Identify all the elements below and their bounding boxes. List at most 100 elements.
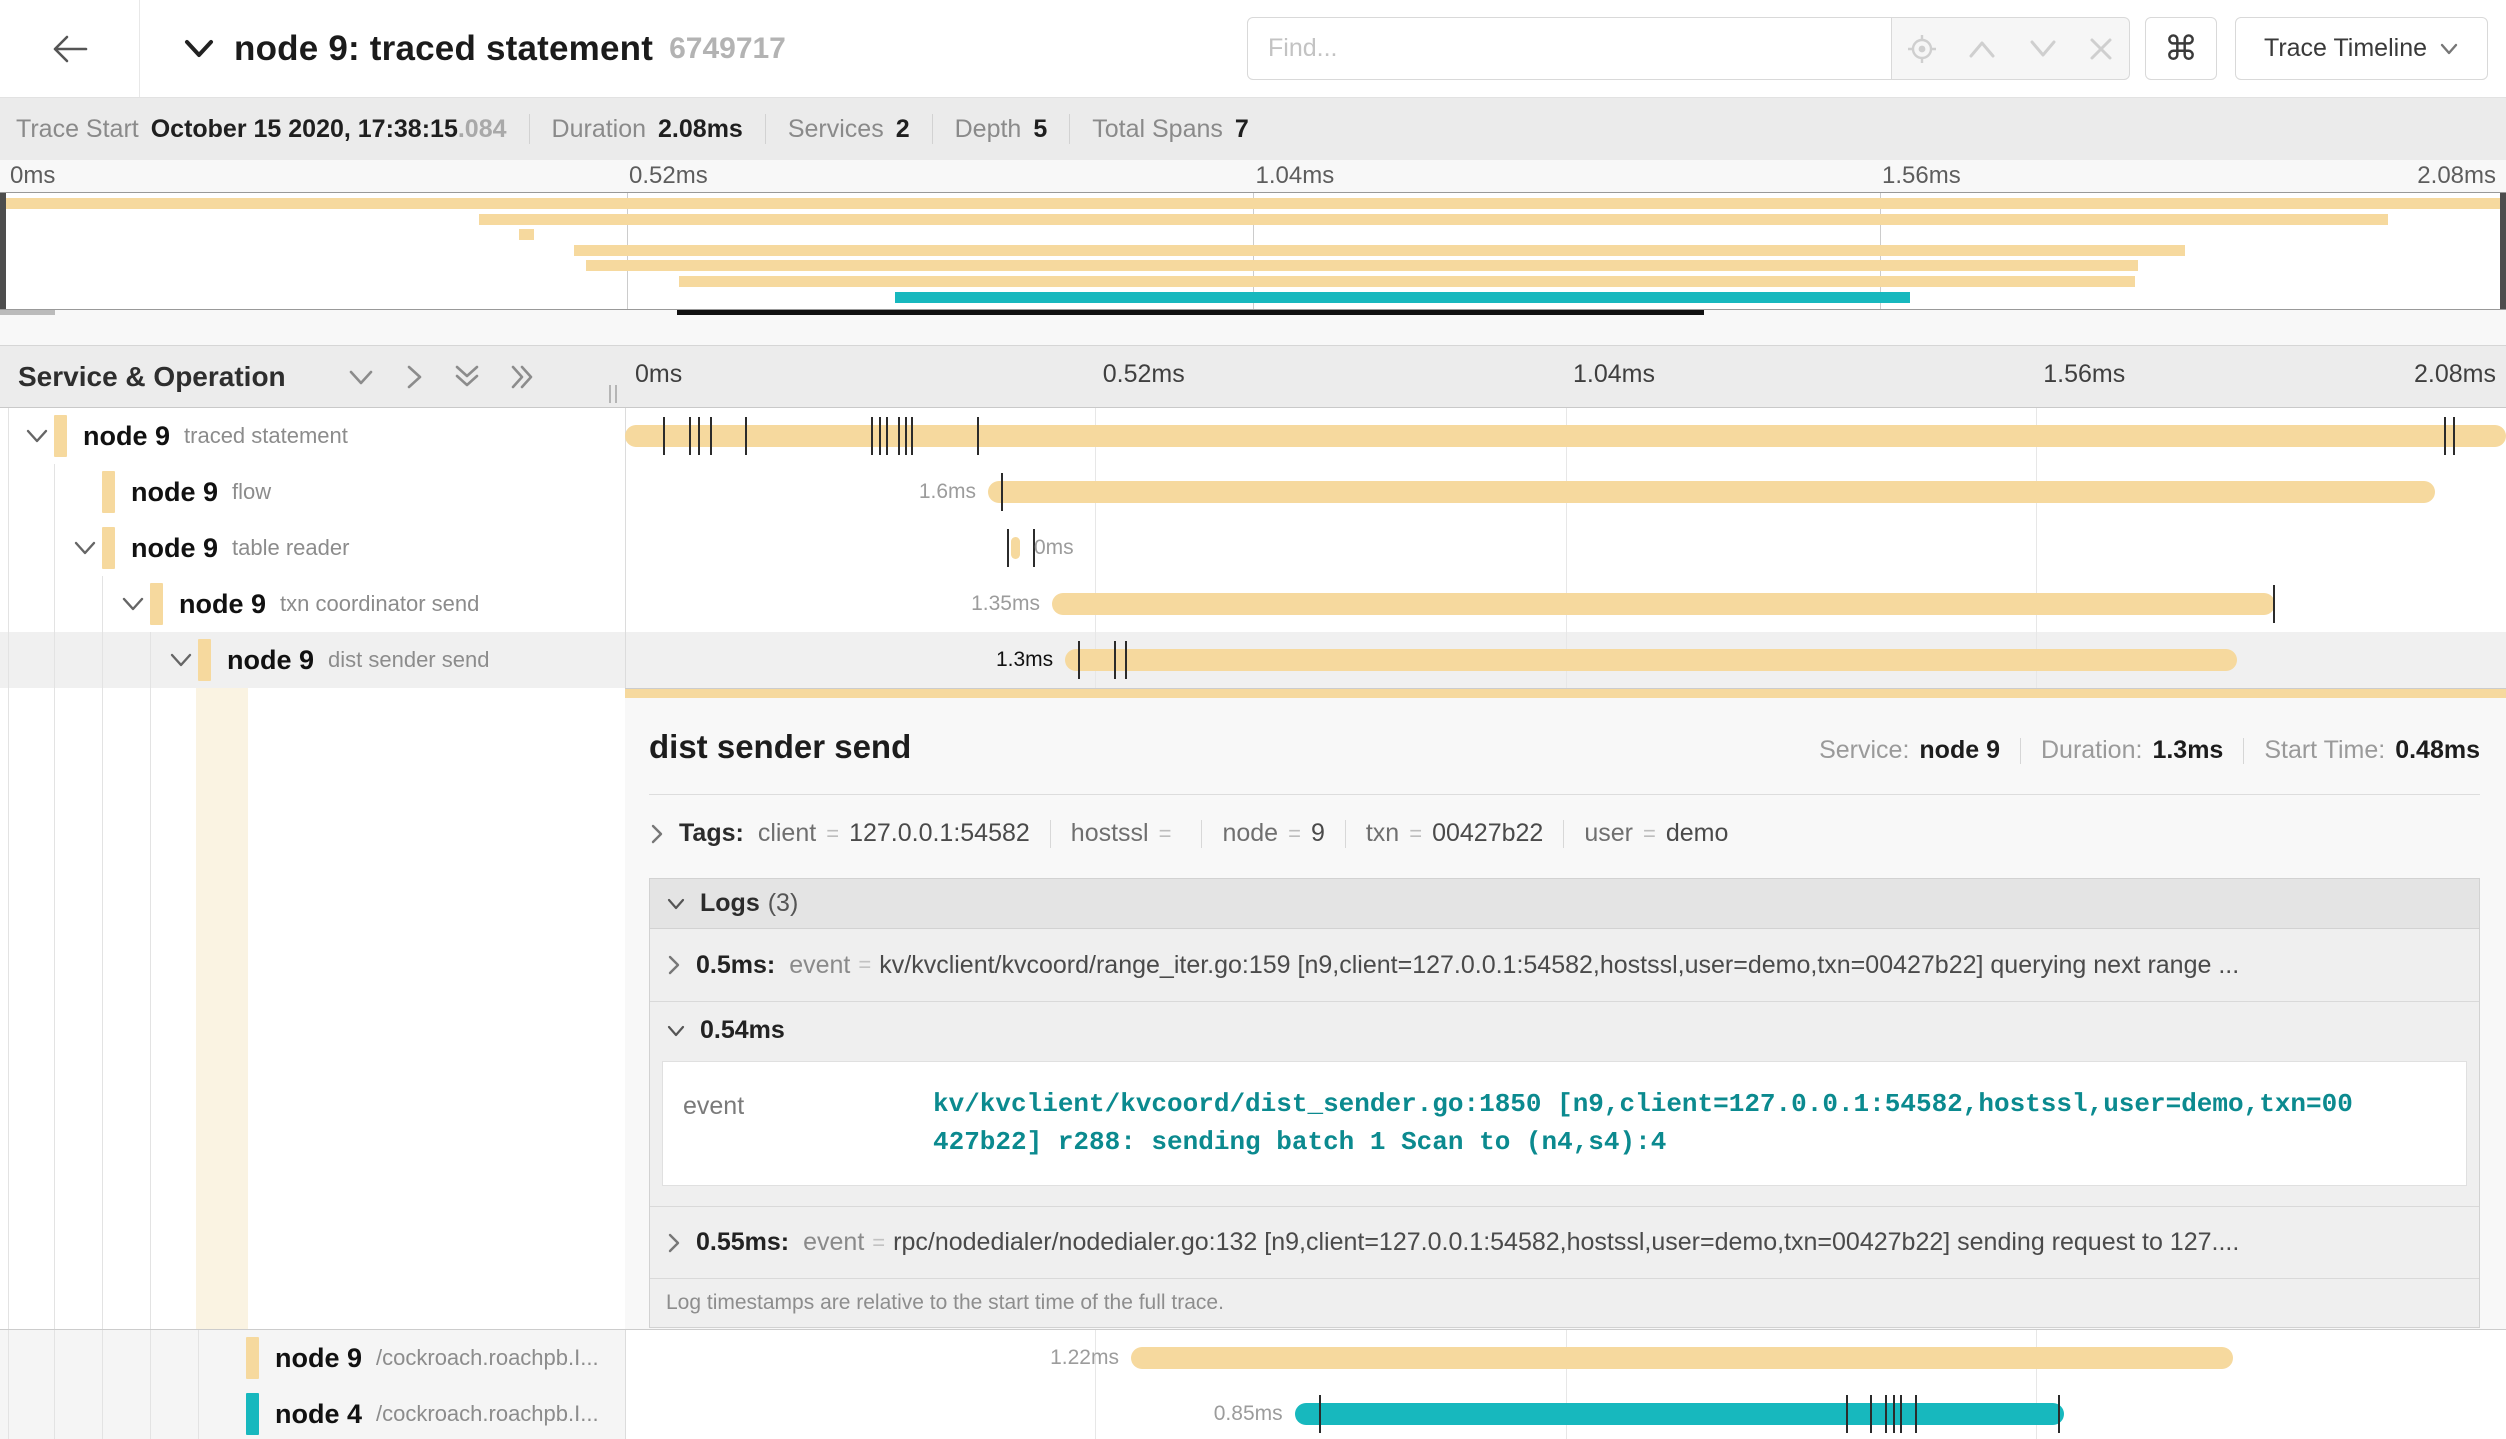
span-detail-panel: dist sender send Service:node 9 Duration… <box>625 688 2506 1329</box>
span-duration-bar[interactable] <box>1052 593 2275 615</box>
span-track[interactable]: 0ms <box>625 520 2506 576</box>
focus-target-icon[interactable] <box>1907 34 1937 64</box>
minimap-left-scrubber[interactable] <box>0 193 6 309</box>
span-name-cell[interactable]: node 9/cockroach.roachpb.I... <box>0 1330 625 1386</box>
span-row[interactable]: node 9flow1.6ms <box>0 464 2506 520</box>
span-track[interactable]: 0.85ms <box>625 1386 2506 1439</box>
minimap-span-bar <box>519 229 534 240</box>
log-event-value: kv/kvclient/kvcoord/dist_sender.go:1850 … <box>933 1086 2353 1161</box>
row-expander[interactable] <box>116 594 150 614</box>
span-duration-bar[interactable] <box>988 481 2434 503</box>
indent-guide <box>150 1330 151 1386</box>
trace-collapse-toggle[interactable] <box>182 36 216 62</box>
span-track[interactable]: 1.3ms <box>625 632 2506 688</box>
collapse-all-icon[interactable] <box>452 363 482 391</box>
span-duration-label: 0.85ms <box>1214 1402 1283 1426</box>
find-input[interactable] <box>1247 17 1892 80</box>
span-duration-label: 0ms <box>1034 536 1074 560</box>
trace-id: 6749717 <box>669 32 786 66</box>
column-resize-grip[interactable] <box>609 385 617 403</box>
span-name-cell[interactable]: node 9table reader <box>0 520 625 576</box>
span-detail-row: dist sender send Service:node 9 Duration… <box>0 688 2506 1329</box>
span-name-cell[interactable]: node 4/cockroach.roachpb.I... <box>0 1386 625 1439</box>
axis-tick-label: 0ms <box>10 162 55 190</box>
minimap-canvas[interactable] <box>0 192 2506 310</box>
clear-search-icon[interactable] <box>2088 36 2114 62</box>
axis-tick-label: 1.56ms <box>2043 360 2125 389</box>
log-entry-2-header[interactable]: 0.54ms <box>650 1001 2479 1059</box>
span-row[interactable]: node 9traced statement <box>0 408 2506 464</box>
duration-value: 1.3ms <box>2152 736 2223 765</box>
span-name-cell[interactable]: node 9txn coordinator send <box>0 576 625 632</box>
span-row[interactable]: node 4/cockroach.roachpb.I... 0.85ms <box>0 1386 2506 1439</box>
view-selector-dropdown[interactable]: Trace Timeline <box>2235 17 2488 80</box>
span-name-cell[interactable]: node 9flow <box>0 464 625 520</box>
back-button[interactable] <box>0 0 140 97</box>
service-color-strip <box>198 639 211 681</box>
indent-guide <box>8 464 9 520</box>
log-marker-tick <box>1001 473 1003 511</box>
axis-tick-label: 1.04ms <box>1256 162 1335 190</box>
timeline-axis-labels: 0ms0.52ms1.04ms1.56ms2.08ms <box>625 346 2506 407</box>
operation-name: flow <box>232 479 271 505</box>
tags-row[interactable]: Tags: client=127.0.0.1:54582hostssl=node… <box>649 819 2480 848</box>
collapse-one-icon[interactable] <box>346 365 376 389</box>
span-name-cell[interactable]: node 9traced statement <box>0 408 625 464</box>
axis-tick-label: 1.04ms <box>1573 360 1655 389</box>
log-marker-tick <box>886 417 888 455</box>
expand-all-icon[interactable] <box>508 363 538 391</box>
span-track[interactable]: 1.35ms <box>625 576 2506 632</box>
row-expander[interactable] <box>68 538 102 558</box>
log-entry-3[interactable]: 0.55ms: event = rpc/nodedialer/nodediale… <box>650 1206 2479 1278</box>
find-bar <box>1247 17 2130 80</box>
next-match-icon[interactable] <box>2028 38 2058 60</box>
log-marker-tick <box>1125 641 1127 679</box>
span-row[interactable]: node 9table reader 0ms <box>0 520 2506 576</box>
log-time: 0.5ms: <box>696 951 775 980</box>
service-value: node 9 <box>1919 736 2000 765</box>
log-marker-tick <box>911 417 913 455</box>
keyboard-shortcuts-button[interactable]: ⌘ <box>2145 17 2217 80</box>
timeline-gridline <box>1566 520 1567 576</box>
span-duration-bar[interactable] <box>1065 649 2237 671</box>
minimap-scrubber[interactable] <box>0 310 2506 316</box>
span-track[interactable] <box>625 408 2506 464</box>
span-row[interactable]: node 9txn coordinator send1.35ms <box>0 576 2506 632</box>
detail-accent-band <box>625 689 2506 698</box>
service-name: node 9 <box>227 645 314 676</box>
span-track[interactable]: 1.22ms <box>625 1330 2506 1386</box>
minimap-selected-range[interactable] <box>677 310 1704 315</box>
span-row[interactable]: node 9dist sender send1.3ms <box>0 632 2506 688</box>
axis-tick-label: 0ms <box>635 360 682 389</box>
log-time: 0.55ms: <box>696 1228 789 1257</box>
row-expander[interactable] <box>20 426 54 446</box>
axis-tick-label: 0.52ms <box>629 162 708 190</box>
span-name-cell[interactable]: node 9dist sender send <box>0 632 625 688</box>
timeline-gridline <box>625 632 626 688</box>
minimap-right-scrubber[interactable] <box>2500 193 2506 309</box>
log-marker-tick <box>2273 585 2275 623</box>
span-duration-bar[interactable] <box>1131 1347 2233 1369</box>
indent-guide <box>54 1386 55 1439</box>
log-entry-1[interactable]: 0.5ms: event = kv/kvclient/kvcoord/range… <box>650 929 2479 1001</box>
logs-header[interactable]: Logs (3) <box>650 879 2479 929</box>
span-row[interactable]: node 9/cockroach.roachpb.I...1.22ms <box>0 1330 2506 1386</box>
prev-match-icon[interactable] <box>1967 38 1997 60</box>
timeline-gridline <box>625 1330 626 1386</box>
span-track[interactable]: 1.6ms <box>625 464 2506 520</box>
minimap-span-bar <box>574 245 2185 256</box>
log-marker-tick <box>1885 1395 1887 1433</box>
expand-one-icon[interactable] <box>402 363 426 391</box>
log-marker-tick <box>1846 1395 1848 1433</box>
service-color-strip <box>54 415 67 457</box>
view-selector-label: Trace Timeline <box>2264 34 2427 63</box>
chevron-down-icon <box>168 650 194 670</box>
row-expander[interactable] <box>164 650 198 670</box>
log-marker-tick <box>1319 1395 1321 1433</box>
tree-controls <box>346 363 538 391</box>
indent-guide <box>54 520 55 576</box>
span-duration-bar[interactable] <box>1295 1403 2064 1425</box>
tag-item: txn=00427b22 <box>1366 819 1543 848</box>
span-duration-bar[interactable] <box>1011 537 1020 559</box>
service-color-strip <box>102 527 115 569</box>
